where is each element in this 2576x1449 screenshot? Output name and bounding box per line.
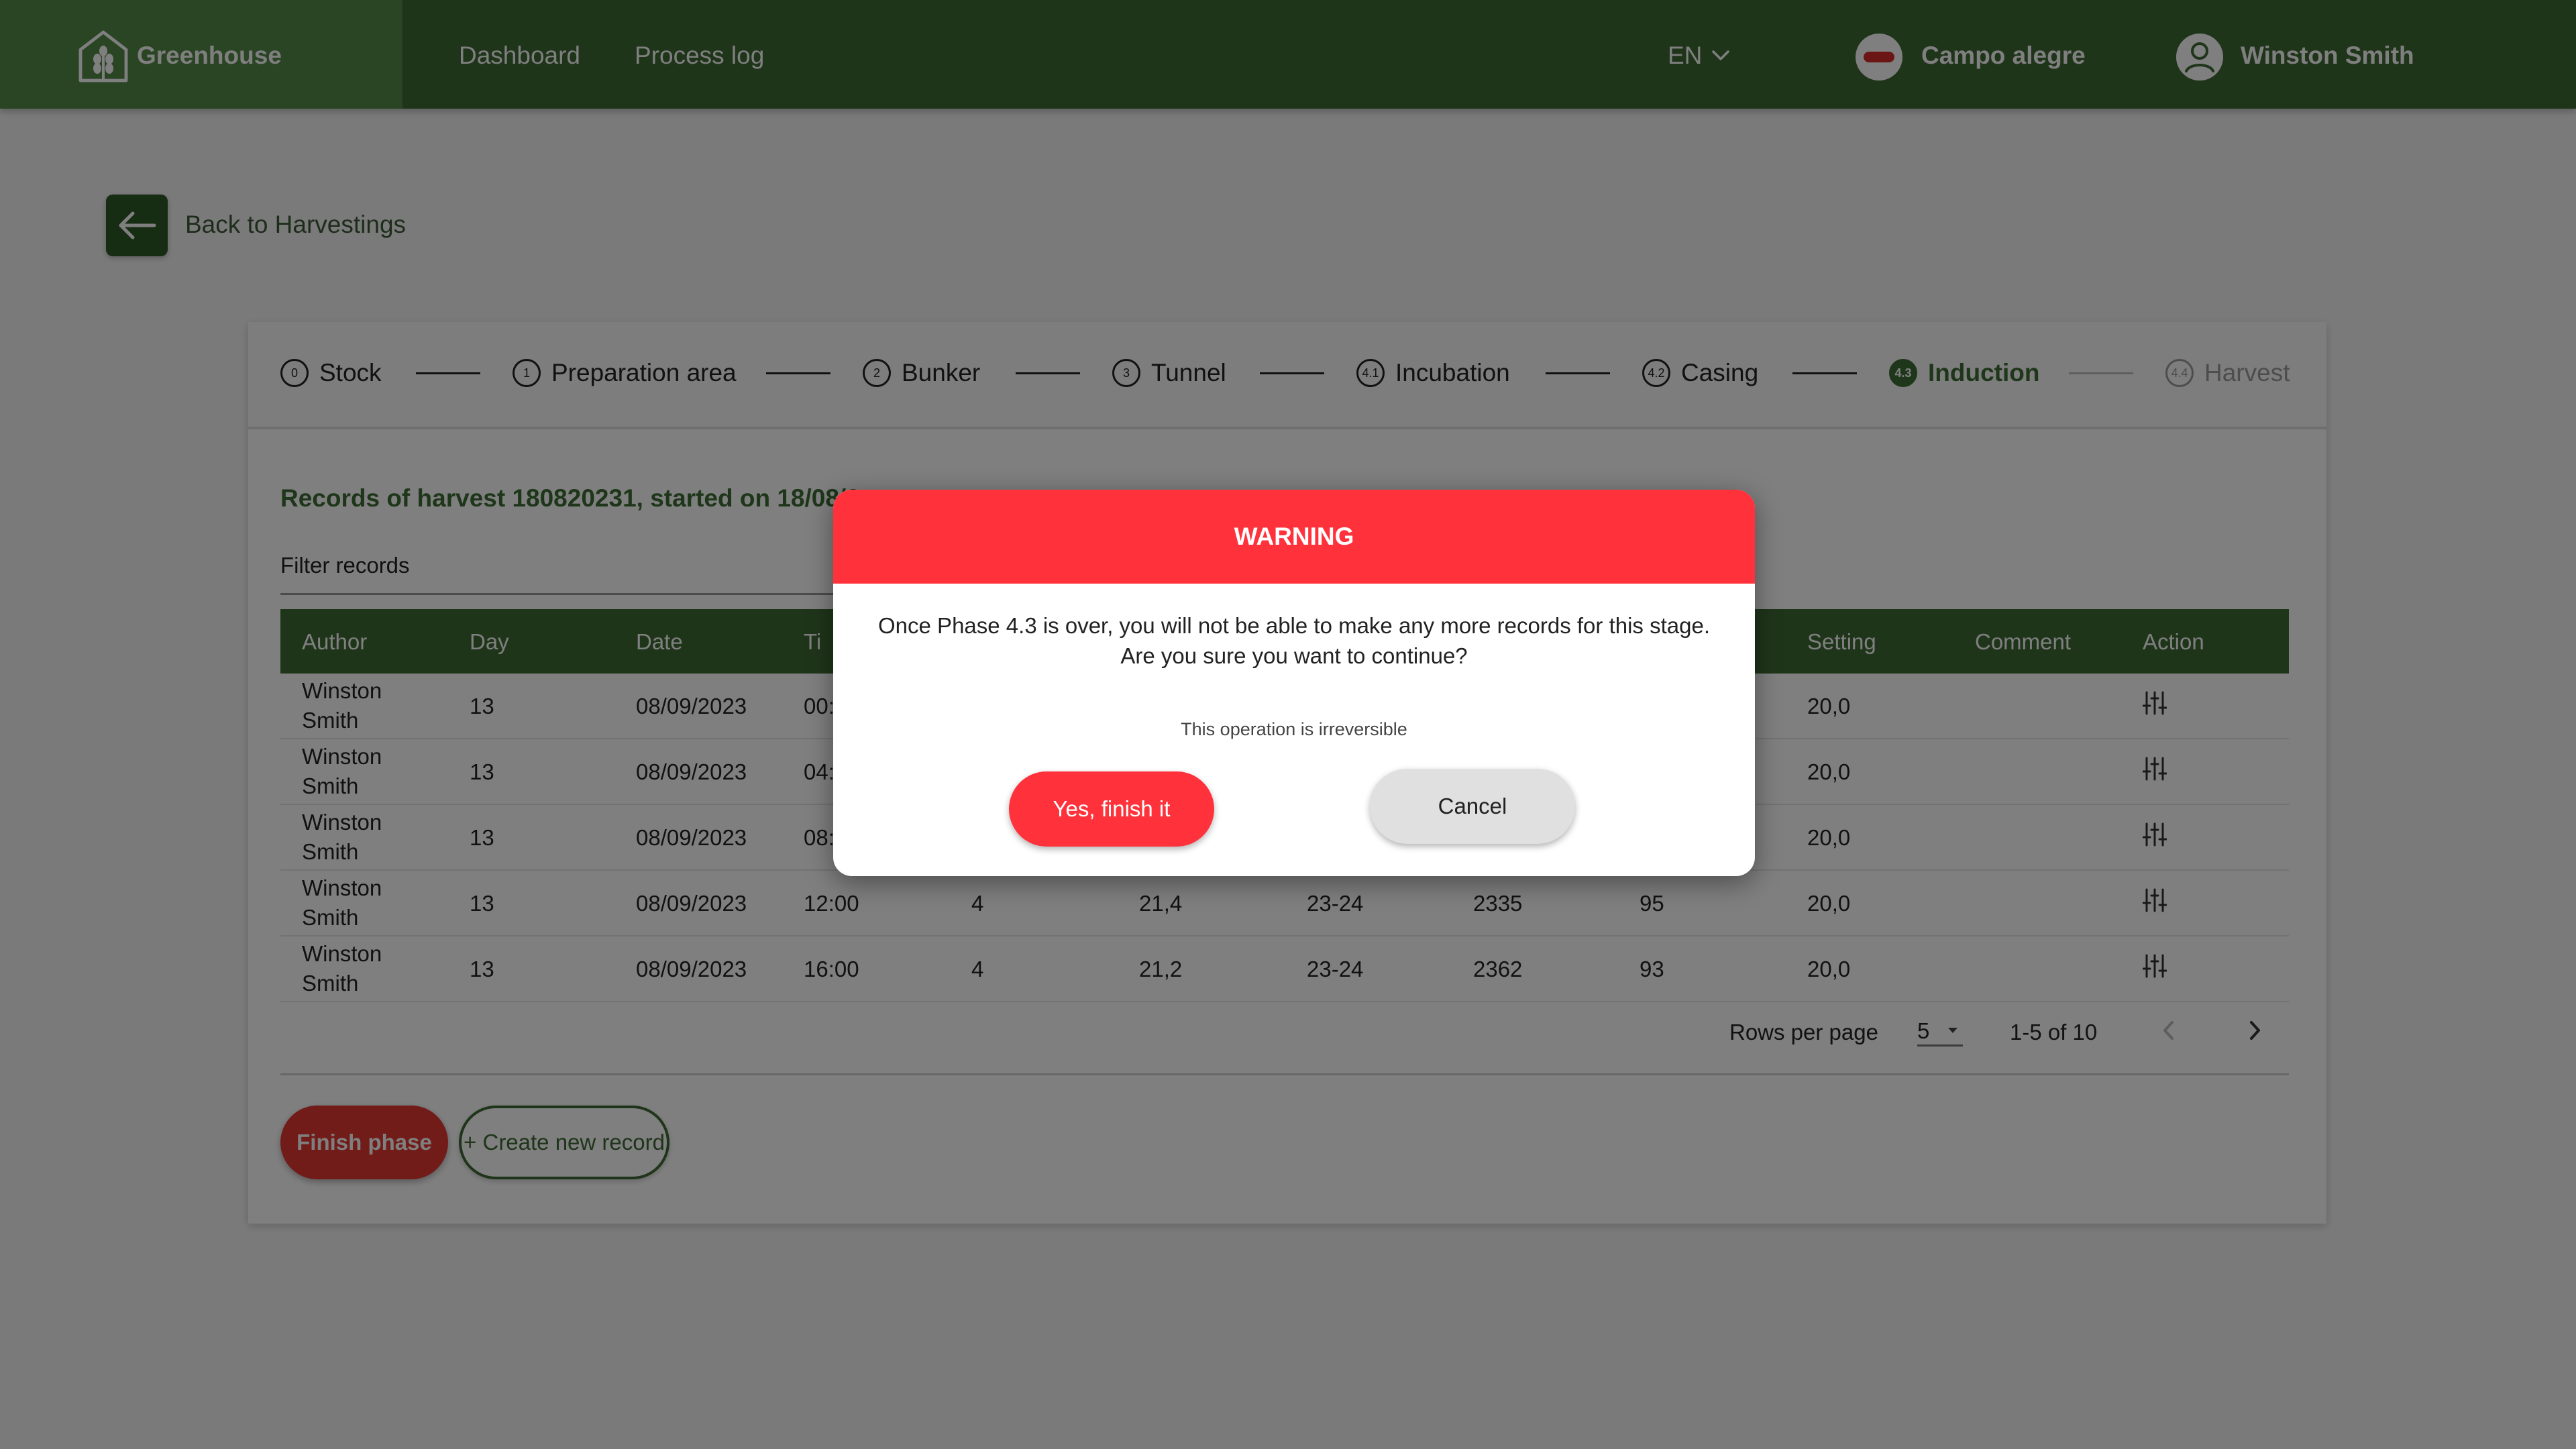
warning-dialog: WARNING Once Phase 4.3 is over, you will… bbox=[833, 490, 1755, 876]
dialog-message: Once Phase 4.3 is over, you will not be … bbox=[878, 613, 1710, 668]
dialog-irreversible-note: This operation is irreversible bbox=[1181, 719, 1407, 739]
confirm-finish-button[interactable]: Yes, finish it bbox=[1009, 771, 1214, 847]
cancel-button[interactable]: Cancel bbox=[1370, 769, 1575, 844]
dialog-title: WARNING bbox=[833, 490, 1755, 584]
